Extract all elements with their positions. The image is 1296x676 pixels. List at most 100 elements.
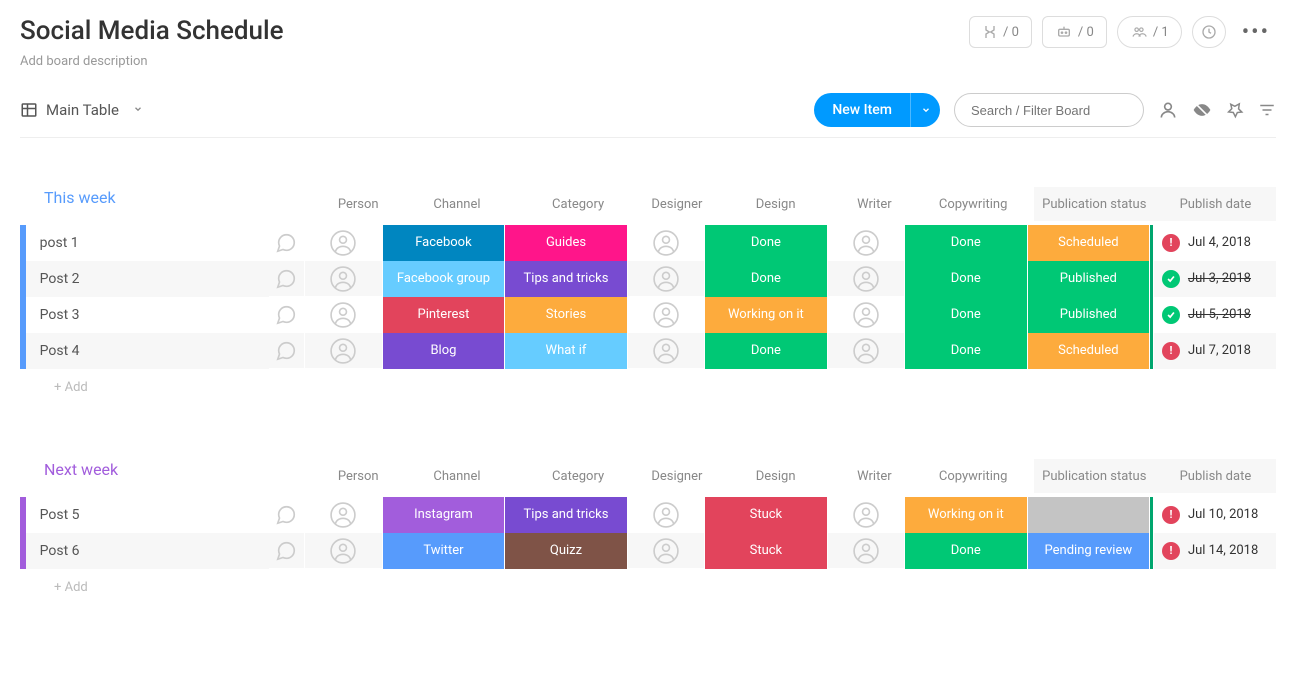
activity-log-button[interactable]	[1192, 16, 1226, 48]
chat-icon[interactable]	[269, 268, 305, 290]
person-cell[interactable]	[304, 297, 381, 333]
channel-cell[interactable]: Blog	[382, 333, 505, 369]
design-cell[interactable]: Done	[704, 261, 827, 297]
designer-cell[interactable]	[627, 261, 704, 297]
copywriting-cell[interactable]: Done	[904, 333, 1027, 369]
channel-cell[interactable]: Instagram	[382, 497, 505, 533]
column-header[interactable]: Category	[518, 187, 639, 221]
column-header[interactable]: Channel	[396, 459, 517, 493]
channel-cell[interactable]: Facebook group	[382, 261, 505, 297]
person-cell[interactable]	[304, 261, 381, 297]
publish-date-cell[interactable]: !Jul 14, 2018	[1153, 533, 1276, 569]
designer-cell[interactable]	[627, 333, 704, 369]
item-name[interactable]: Post 2	[26, 261, 269, 297]
designer-cell[interactable]	[627, 497, 704, 533]
more-menu-button[interactable]: •••	[1236, 20, 1276, 45]
column-header[interactable]: Designer	[639, 187, 715, 221]
design-cell[interactable]: Done	[704, 333, 827, 369]
category-cell[interactable]: Tips and tricks	[504, 261, 627, 297]
column-header[interactable]: Copywriting	[913, 187, 1034, 221]
person-filter-icon[interactable]	[1158, 100, 1178, 120]
category-cell[interactable]: What if	[504, 333, 627, 369]
writer-cell[interactable]	[827, 533, 904, 569]
channel-cell[interactable]: Facebook	[382, 225, 505, 261]
publication-status-cell[interactable]: Pending review	[1027, 533, 1150, 569]
stat-automations[interactable]: / 0	[1042, 16, 1107, 48]
chat-icon[interactable]	[269, 340, 305, 362]
chat-icon[interactable]	[269, 304, 305, 326]
column-header[interactable]: Copywriting	[913, 459, 1034, 493]
person-cell[interactable]	[304, 333, 381, 369]
design-cell[interactable]: Working on it	[704, 297, 827, 333]
publication-status-cell[interactable]: Published	[1027, 261, 1150, 297]
category-cell[interactable]: Quizz	[504, 533, 627, 569]
column-header[interactable]: Channel	[396, 187, 517, 221]
category-cell[interactable]: Tips and tricks	[504, 497, 627, 533]
column-header[interactable]: Design	[715, 187, 836, 221]
writer-cell[interactable]	[827, 261, 904, 297]
page-title[interactable]: Social Media Schedule	[20, 16, 284, 46]
hide-icon[interactable]	[1192, 100, 1212, 120]
design-cell[interactable]: Done	[704, 225, 827, 261]
designer-cell[interactable]	[627, 225, 704, 261]
design-cell[interactable]: Stuck	[704, 497, 827, 533]
writer-cell[interactable]	[827, 333, 904, 369]
column-header[interactable]: Person	[320, 459, 396, 493]
new-item-dropdown[interactable]	[910, 93, 940, 127]
item-name[interactable]: Post 4	[26, 333, 269, 369]
chat-icon[interactable]	[269, 504, 305, 526]
channel-cell[interactable]: Twitter	[382, 533, 505, 569]
channel-cell[interactable]: Pinterest	[382, 297, 505, 333]
column-header[interactable]: Design	[715, 459, 836, 493]
column-header[interactable]: Publication status	[1034, 187, 1155, 221]
column-header[interactable]: Publish date	[1155, 187, 1276, 221]
pin-icon[interactable]	[1226, 101, 1244, 119]
design-cell[interactable]: Stuck	[704, 533, 827, 569]
column-header[interactable]: Person	[320, 187, 396, 221]
copywriting-cell[interactable]: Done	[904, 297, 1027, 333]
search-input[interactable]	[954, 93, 1144, 127]
add-item[interactable]: + Add	[26, 580, 116, 595]
stat-people[interactable]: / 1	[1117, 16, 1182, 48]
publish-date-cell[interactable]: !Jul 7, 2018	[1153, 333, 1276, 369]
group-collapse-icon[interactable]	[20, 461, 38, 479]
add-item[interactable]: + Add	[26, 380, 116, 395]
chat-icon[interactable]	[269, 540, 305, 562]
stat-integrations[interactable]: / 0	[969, 16, 1032, 48]
chat-icon[interactable]	[269, 232, 305, 254]
person-cell[interactable]	[304, 497, 381, 533]
item-name[interactable]: Post 3	[26, 297, 269, 333]
column-header[interactable]: Writer	[836, 187, 912, 221]
publish-date-cell[interactable]: !Jul 4, 2018	[1153, 225, 1276, 261]
designer-cell[interactable]	[627, 533, 704, 569]
column-header[interactable]: Writer	[836, 459, 912, 493]
writer-cell[interactable]	[827, 297, 904, 333]
new-item-button[interactable]: New Item	[814, 93, 940, 127]
publish-date-cell[interactable]: Jul 3, 2018	[1153, 261, 1276, 297]
copywriting-cell[interactable]: Working on it	[904, 497, 1027, 533]
copywriting-cell[interactable]: Done	[904, 533, 1027, 569]
group-collapse-icon[interactable]	[20, 189, 38, 207]
publication-status-cell[interactable]	[1027, 497, 1150, 533]
writer-cell[interactable]	[827, 225, 904, 261]
publication-status-cell[interactable]: Scheduled	[1027, 333, 1150, 369]
person-cell[interactable]	[304, 533, 381, 569]
column-header[interactable]: Publication status	[1034, 459, 1155, 493]
publication-status-cell[interactable]: Scheduled	[1027, 225, 1150, 261]
column-header[interactable]: Publish date	[1155, 459, 1276, 493]
publish-date-cell[interactable]: !Jul 10, 2018	[1153, 497, 1276, 533]
category-cell[interactable]: Stories	[504, 297, 627, 333]
column-header[interactable]: Category	[518, 459, 639, 493]
item-name[interactable]: post 1	[26, 225, 269, 261]
designer-cell[interactable]	[627, 297, 704, 333]
view-switcher[interactable]: Main Table	[20, 101, 143, 119]
category-cell[interactable]: Guides	[504, 225, 627, 261]
column-header[interactable]: Designer	[639, 459, 715, 493]
item-name[interactable]: Post 6	[26, 533, 269, 569]
filter-icon[interactable]	[1258, 101, 1276, 119]
writer-cell[interactable]	[827, 497, 904, 533]
copywriting-cell[interactable]: Done	[904, 225, 1027, 261]
publish-date-cell[interactable]: Jul 5, 2018	[1153, 297, 1276, 333]
board-description[interactable]: Add board description	[20, 54, 284, 69]
publication-status-cell[interactable]: Published	[1027, 297, 1150, 333]
